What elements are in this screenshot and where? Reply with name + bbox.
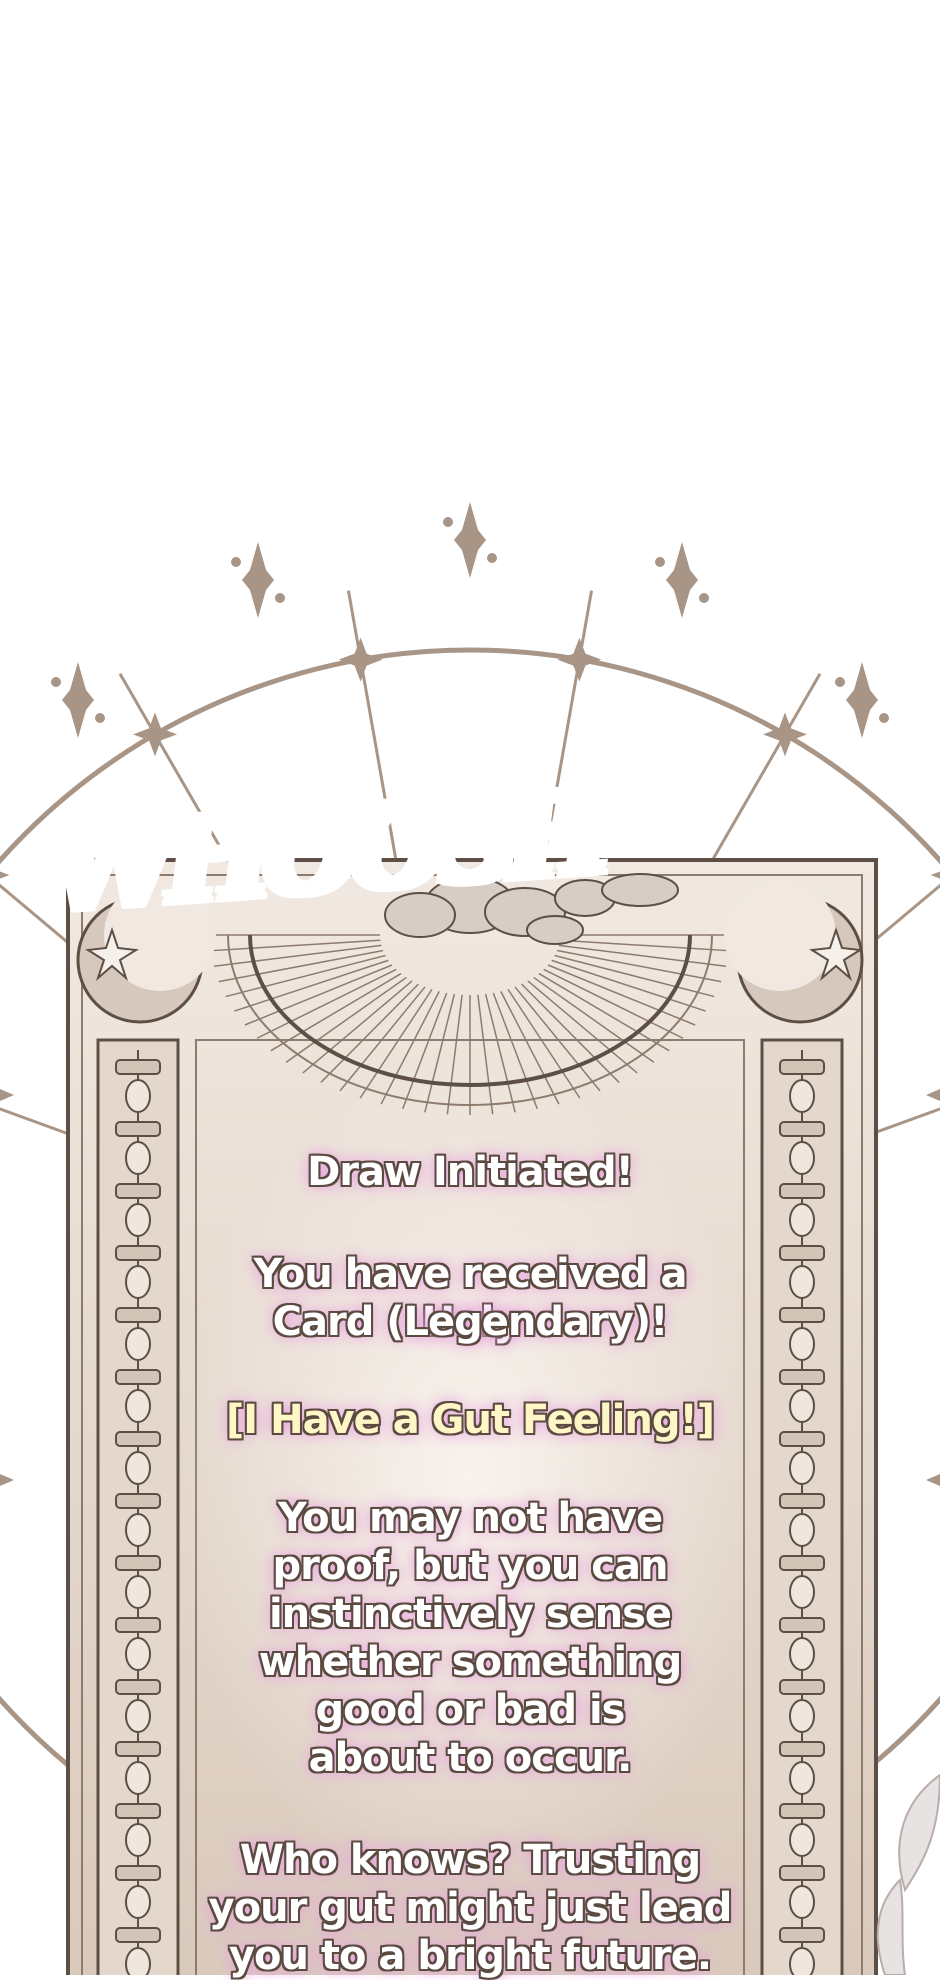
closing-line: your gut might just lead	[208, 1885, 733, 1931]
comic-panel: WHOOSH Draw Initiated! You have received…	[0, 0, 940, 1980]
leaf-decoration	[876, 1773, 940, 1976]
card-heading: Draw Initiated!	[307, 1149, 634, 1195]
desc-line: whether something	[258, 1639, 682, 1685]
desc-line: about to occur.	[308, 1735, 633, 1781]
desc-line: good or bad is	[315, 1687, 626, 1733]
closing-line: Who knows? Trusting	[239, 1837, 701, 1883]
sparkle-ornaments	[51, 502, 889, 738]
desc-line: You may not have	[277, 1495, 663, 1541]
closing-line: you to a bright future.	[228, 1933, 712, 1979]
desc-line: instinctively sense	[268, 1591, 672, 1637]
pillar-right	[760, 1038, 844, 1980]
sfx-whoosh: WHOOSH	[45, 765, 609, 965]
received-line-2: Card (Legendary)!	[272, 1299, 669, 1345]
pillar-left	[96, 1038, 180, 1980]
card-name: [I Have a Gut Feeling!]	[226, 1397, 715, 1443]
desc-line: proof, but you can	[272, 1543, 669, 1589]
